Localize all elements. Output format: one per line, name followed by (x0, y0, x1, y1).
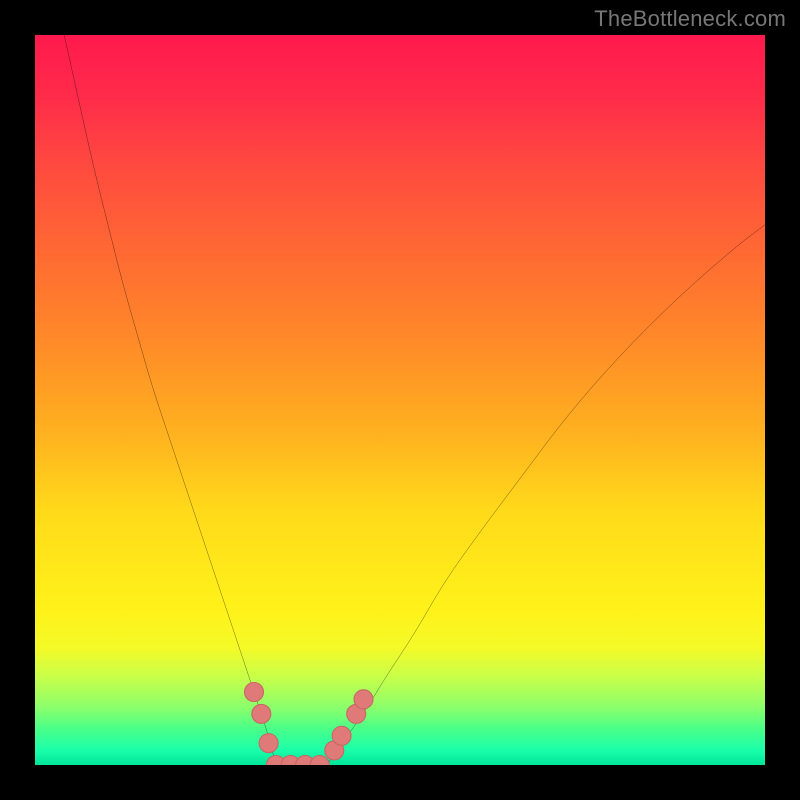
chart-svg (35, 35, 765, 765)
right-branch-path (327, 225, 765, 765)
data-marker (245, 683, 264, 702)
data-marker (332, 726, 351, 745)
chart-frame: TheBottleneck.com (0, 0, 800, 800)
data-marker (310, 756, 329, 765)
plot-area (35, 35, 765, 765)
data-marker (252, 704, 271, 723)
curve-group (64, 35, 765, 765)
marker-group (245, 683, 373, 765)
data-marker (354, 690, 373, 709)
data-marker (259, 734, 278, 753)
watermark-text: TheBottleneck.com (594, 6, 786, 32)
left-branch-path (64, 35, 276, 765)
